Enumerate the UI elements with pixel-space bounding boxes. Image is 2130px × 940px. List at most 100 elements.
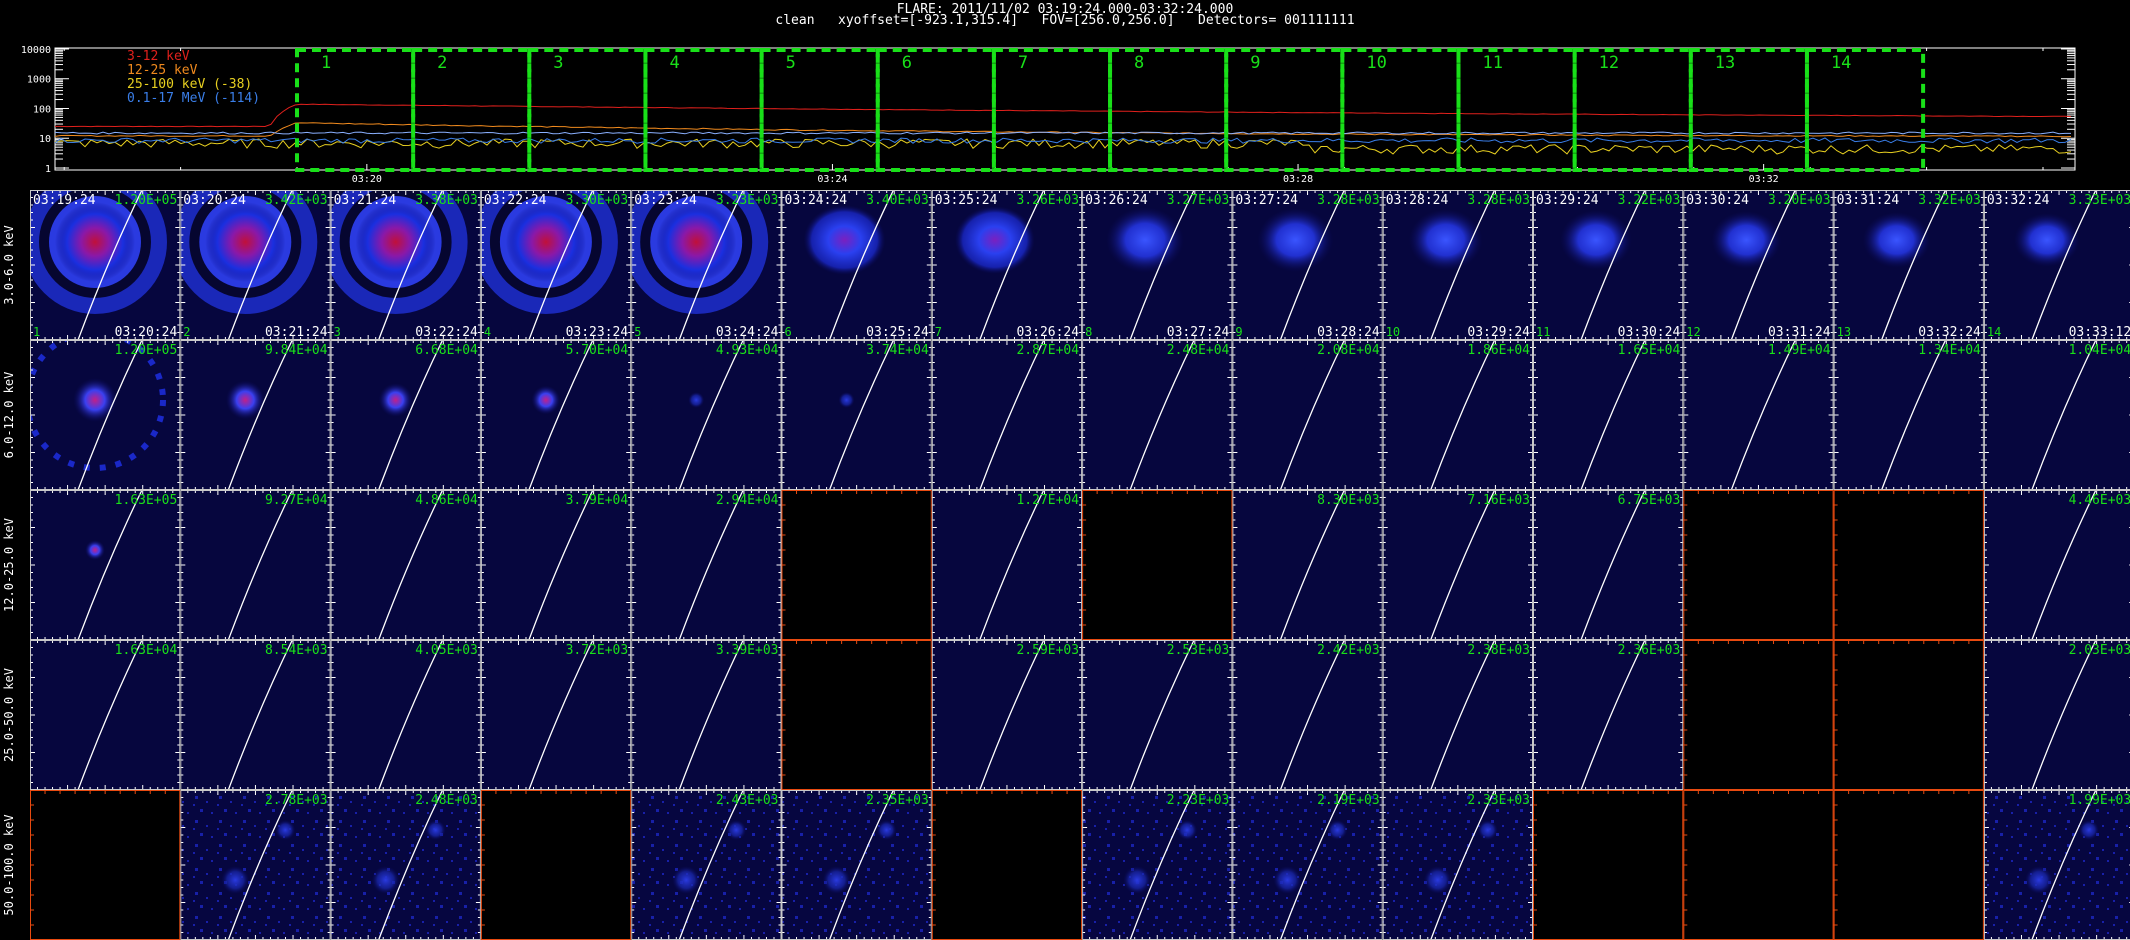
- peak-value: 3.32E+03: [1918, 193, 1981, 208]
- end-time: 03:33:12: [2069, 325, 2130, 340]
- end-time: 03:22:24: [415, 325, 478, 340]
- panel-number: 6: [785, 325, 792, 339]
- source-blob: [688, 392, 705, 408]
- peak-value: 3.28E+03: [1467, 193, 1530, 208]
- image-panel: [1533, 340, 1684, 490]
- peak-value: 2.59E+03: [1016, 643, 1079, 658]
- peak-value: 1.20E+05: [115, 343, 178, 358]
- start-time: 03:19:24: [33, 193, 96, 208]
- peak-value: 3.42E+03: [265, 193, 328, 208]
- start-time: 03:25:24: [935, 193, 998, 208]
- end-time: 03:27:24: [1167, 325, 1230, 340]
- panel-background: [931, 340, 1083, 490]
- energy-band-label: 3.0-6.0 keV: [2, 225, 16, 304]
- end-time: 03:32:24: [1918, 325, 1981, 340]
- peak-value: 3.39E+03: [716, 643, 779, 658]
- peak-value: 3.30E+03: [566, 193, 629, 208]
- peak-value: 2.35E+03: [866, 793, 929, 808]
- image-panel: [631, 340, 782, 490]
- empty-panel: [1833, 640, 1984, 790]
- panel-background: [1382, 790, 1533, 940]
- source-blob: [85, 540, 105, 560]
- panel-background: [1082, 790, 1233, 940]
- panel-background: [631, 490, 782, 640]
- panel-background: [781, 340, 932, 490]
- peak-value: 2.19E+03: [1317, 793, 1380, 808]
- panel-background: [1232, 790, 1383, 940]
- source-blob: [205, 202, 286, 282]
- panel-background: [1533, 340, 1684, 490]
- image-panel: [931, 640, 1083, 790]
- source-blob: [221, 866, 250, 894]
- panel-background: [1983, 490, 2130, 640]
- end-time: 03:26:24: [1016, 325, 1079, 340]
- image-panel: [480, 490, 632, 640]
- image-panel: [1382, 790, 1533, 940]
- panel-background: [1983, 340, 2130, 490]
- energy-band-label: 6.0-12.0 keV: [2, 372, 16, 459]
- end-time: 03:25:24: [866, 325, 929, 340]
- image-panel: [1533, 640, 1684, 790]
- start-time: 03:20:24: [183, 193, 246, 208]
- peak-value: 4.93E+04: [716, 343, 779, 358]
- image-panel: [781, 790, 932, 940]
- panel-number: 5: [634, 325, 641, 339]
- source-blob: [1711, 211, 1782, 269]
- peak-value: 1.63E+04: [115, 643, 178, 658]
- peak-value: 3.26E+03: [1016, 193, 1079, 208]
- panel-number: 3: [334, 325, 341, 339]
- end-time: 03:31:24: [1768, 325, 1831, 340]
- peak-value: 2.94E+04: [716, 493, 779, 508]
- start-time: 03:23:24: [634, 193, 697, 208]
- panel-background: [480, 340, 632, 490]
- empty-panel: [931, 790, 1083, 940]
- image-panel: [1082, 640, 1233, 790]
- panel-background: [781, 790, 932, 940]
- image-panel: [480, 640, 632, 790]
- peak-value: 2.43E+03: [716, 793, 779, 808]
- panel-background: [1232, 490, 1383, 640]
- panel-number: 7: [935, 325, 942, 339]
- image-panel: [931, 340, 1083, 490]
- panel-background: [330, 340, 481, 490]
- image-panel: [330, 490, 481, 640]
- source-blob: [73, 378, 117, 422]
- image-panel: [1833, 490, 1984, 640]
- source-blob: [531, 385, 561, 415]
- peak-value: 2.87E+04: [1016, 343, 1079, 358]
- image-panel: [180, 640, 331, 790]
- source-blob: [55, 202, 135, 282]
- panel-number: 12: [1686, 325, 1700, 339]
- peak-value: 7.16E+03: [1467, 493, 1530, 508]
- image-panel: [1983, 490, 2130, 640]
- source-blob: [1273, 866, 1302, 894]
- panel-number: 9: [1235, 325, 1242, 339]
- source-blob: [1477, 820, 1498, 840]
- panel-background: [931, 490, 1083, 640]
- image-panel: [180, 490, 331, 640]
- panel-number: 14: [1987, 325, 2001, 339]
- image-panel: [1082, 490, 1233, 640]
- image-panel: [1683, 190, 1834, 340]
- energy-band-label: 25.0-50.0 keV: [2, 668, 16, 762]
- panel-background: [330, 490, 481, 640]
- source-blob: [2013, 213, 2080, 267]
- end-time: 03:23:24: [566, 325, 629, 340]
- peak-value: 3.22E+03: [1618, 193, 1681, 208]
- empty-panel: [1833, 490, 1984, 640]
- energy-band-label: 12.0-25.0 keV: [2, 518, 16, 612]
- peak-value: 2.03E+03: [2069, 643, 2130, 658]
- start-time: 03:21:24: [334, 193, 397, 208]
- peak-value: 1.20E+05: [115, 193, 178, 208]
- image-grid: 3.0-6.0 keV 1.20E+05 03:19:24 03:20:24 1 3.42…: [2, 190, 2130, 940]
- start-time: 03:29:24: [1536, 193, 1599, 208]
- panel-background: [1533, 640, 1684, 790]
- panel-background: [631, 640, 782, 790]
- peak-value: 3.33E+03: [2069, 193, 2130, 208]
- peak-value: 1.86E+04: [1467, 343, 1530, 358]
- panel-background: [1232, 340, 1383, 490]
- empty-panel: [781, 490, 932, 640]
- panel-background: [180, 490, 331, 640]
- image-panel: [30, 490, 181, 640]
- energy-band-label: 50.0-100.0 keV: [2, 814, 16, 915]
